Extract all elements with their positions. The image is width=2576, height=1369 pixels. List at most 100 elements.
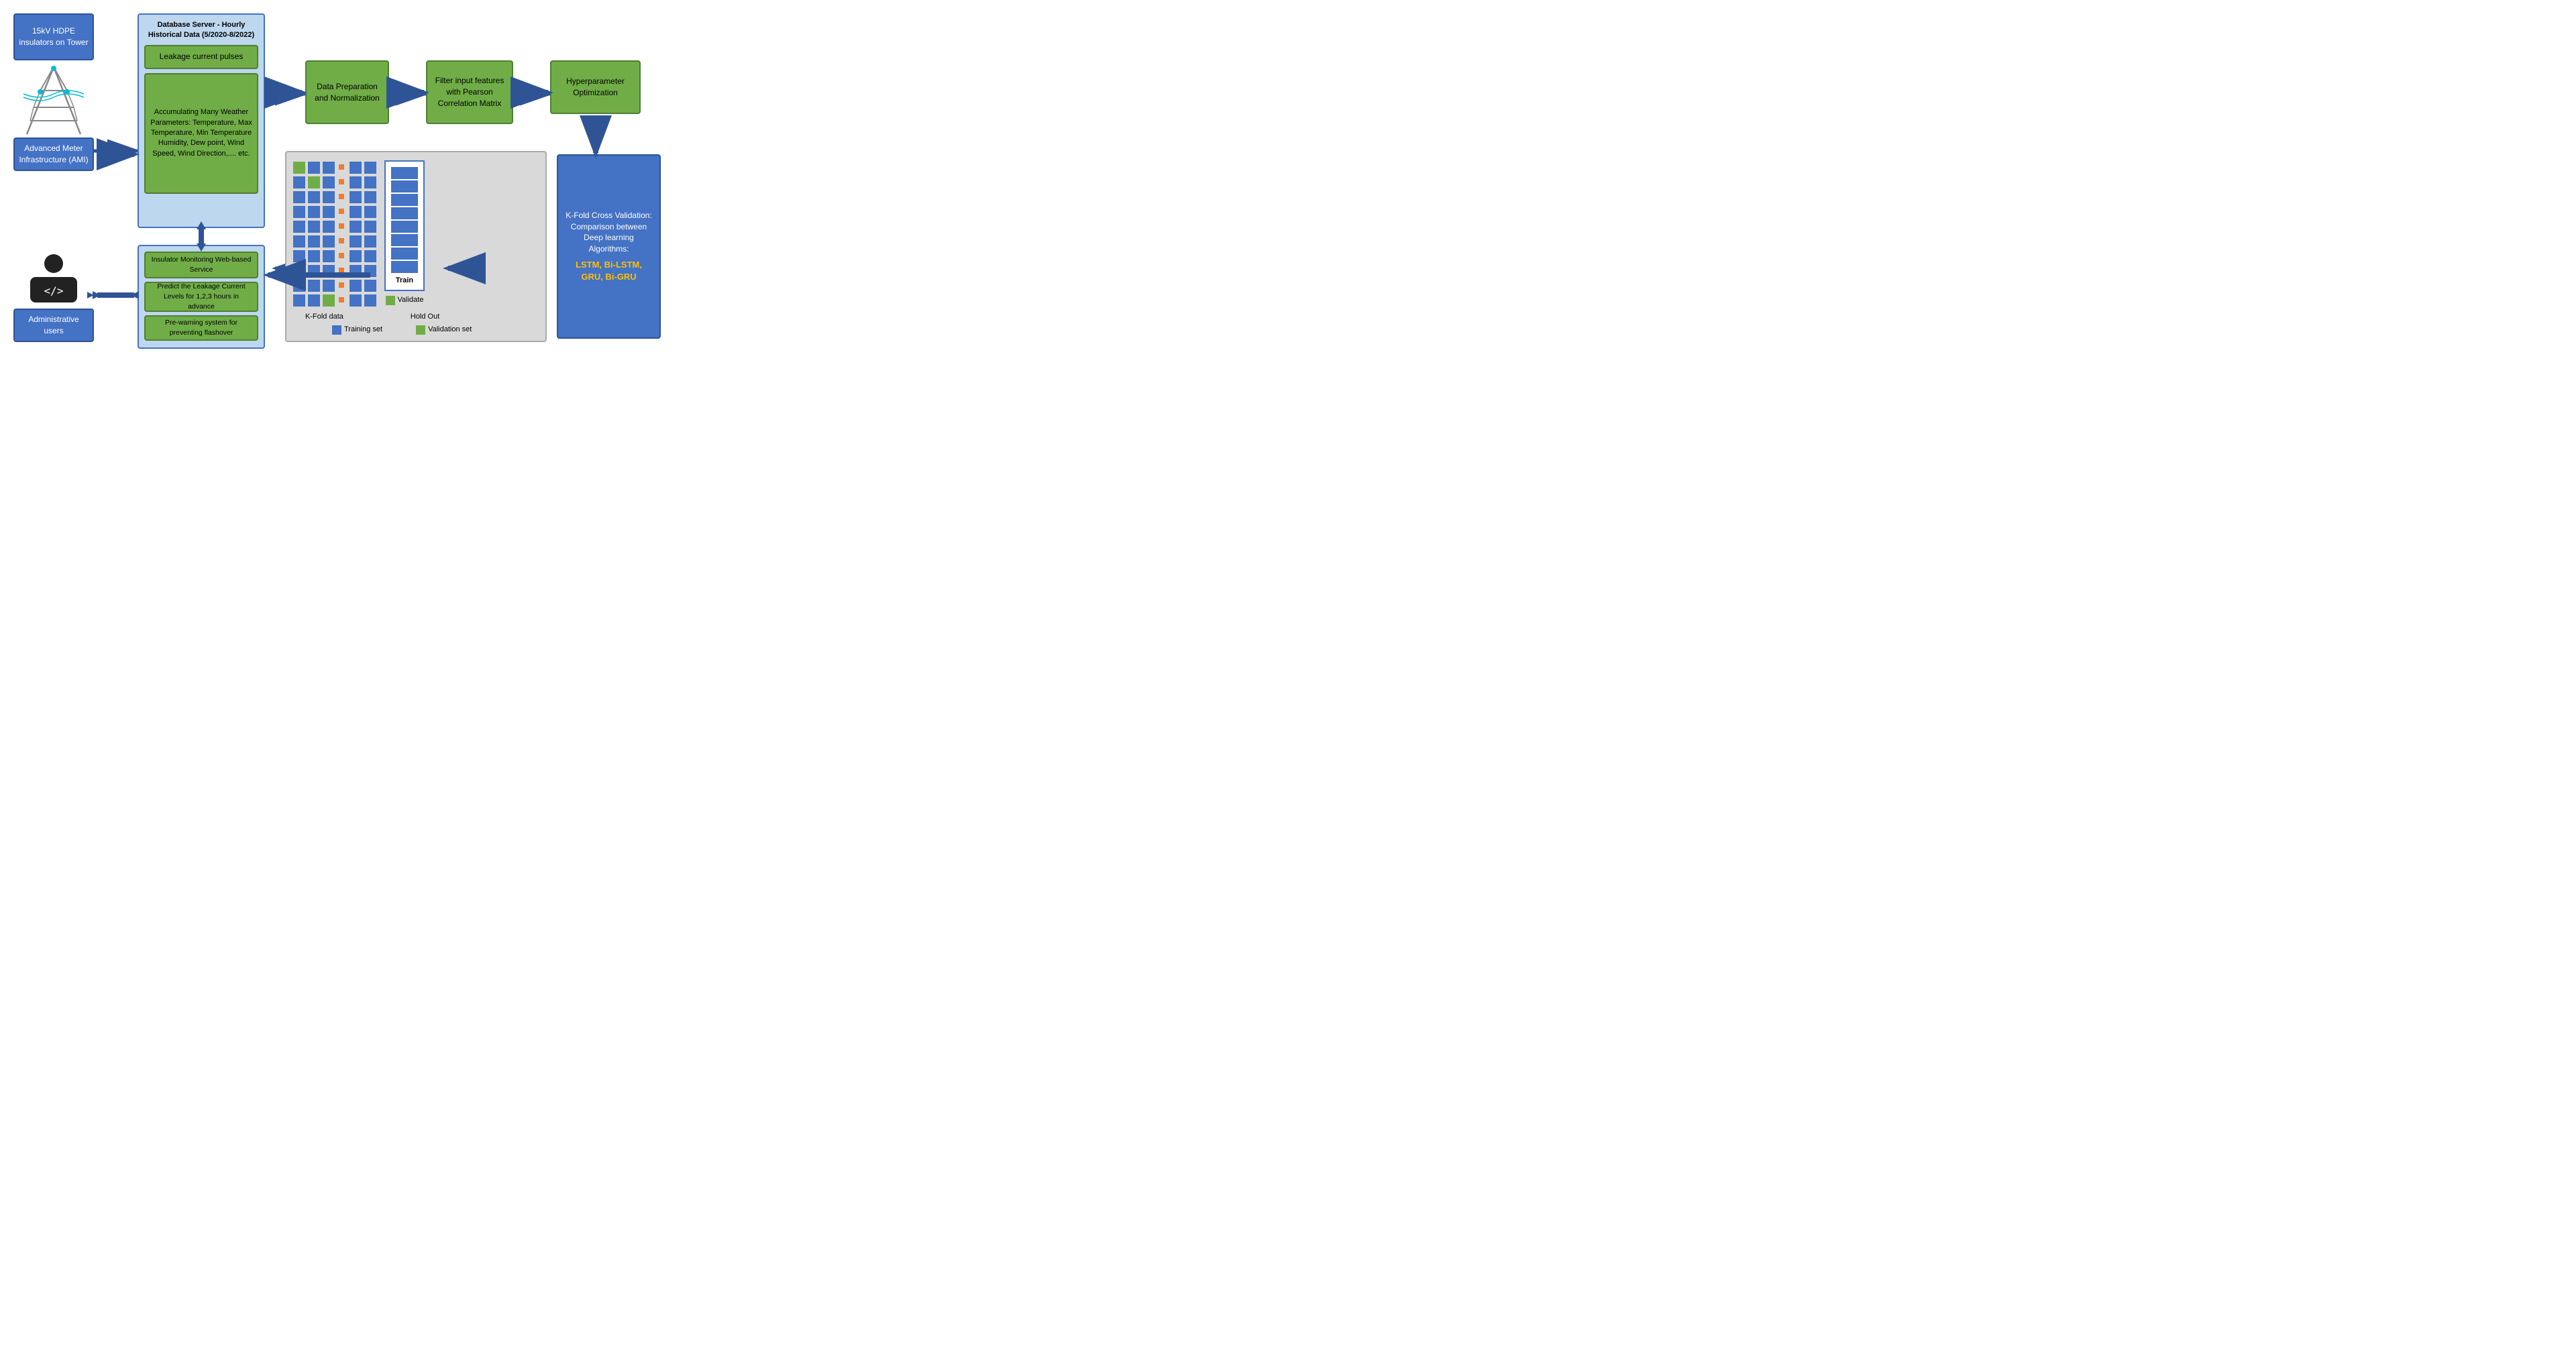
holdout-cell bbox=[391, 167, 418, 179]
validate-label: Validate bbox=[398, 295, 424, 305]
orange-dots bbox=[337, 160, 345, 307]
monitoring-box: Insulator Monitoring Web-based Service P… bbox=[138, 245, 265, 349]
insulator-web-label: Insulator Monitoring Web-based Service bbox=[150, 255, 253, 274]
grid-cell bbox=[350, 191, 362, 203]
grid-cell bbox=[350, 235, 362, 248]
data-prep-box: Data Preparation and Normalization bbox=[305, 60, 389, 124]
holdout-grid bbox=[390, 166, 419, 272]
ami-box: Advanced Meter Infrastructure (AMI) bbox=[13, 138, 94, 171]
grid-cell bbox=[364, 280, 376, 292]
validate-legend: Validate bbox=[386, 295, 424, 305]
grid-cell bbox=[293, 265, 305, 277]
dot bbox=[339, 209, 344, 214]
holdout-cell bbox=[391, 261, 418, 273]
training-set-label: Training set bbox=[344, 325, 382, 335]
weather-label: Accumulating Many Weather Parameters: Te… bbox=[150, 107, 253, 159]
grid-cell bbox=[293, 221, 305, 233]
grid-cell bbox=[350, 162, 362, 174]
grid-cell bbox=[323, 221, 335, 233]
prewarning-box: Pre-warning system for preventing flasho… bbox=[144, 315, 258, 341]
grid-cell bbox=[293, 191, 305, 203]
admin-box: Administrative users bbox=[13, 309, 94, 342]
dot bbox=[339, 164, 344, 170]
main-diagram: 15kV HDPE insulators on Tower Adv bbox=[7, 7, 664, 355]
kfold-data-label: K-Fold data bbox=[305, 312, 343, 322]
holdout-cell bbox=[391, 194, 418, 206]
grid-cell bbox=[350, 221, 362, 233]
predict-box: Predict the Leakage Current Levels for 1… bbox=[144, 282, 258, 312]
kfold-label: K-Fold Cross Validation: Comparison betw… bbox=[564, 210, 654, 255]
dot bbox=[339, 282, 344, 288]
validation-set-label: Validation set bbox=[428, 325, 472, 335]
dot bbox=[339, 194, 344, 199]
grid-cell bbox=[364, 265, 376, 277]
grid-cell bbox=[350, 206, 362, 218]
grid-cell bbox=[308, 221, 320, 233]
right-grid bbox=[348, 160, 376, 307]
data-prep-label: Data Preparation and Normalization bbox=[311, 81, 384, 104]
holdout-cell bbox=[391, 248, 418, 260]
grid-cell bbox=[308, 250, 320, 262]
ami-label: Advanced Meter Infrastructure (AMI) bbox=[19, 143, 89, 166]
holdout-cell bbox=[391, 234, 418, 246]
grid-cell bbox=[293, 162, 305, 174]
hyperopt-box: Hyperparameter Optimization bbox=[550, 60, 641, 114]
pearson-box: Filter input features with Pearson Corre… bbox=[426, 60, 513, 124]
insulator-web-box: Insulator Monitoring Web-based Service bbox=[144, 252, 258, 278]
holdout-area: Train Validate bbox=[384, 160, 425, 307]
grid-cell bbox=[323, 176, 335, 188]
holdout-cell bbox=[391, 207, 418, 219]
grid-cell bbox=[364, 221, 376, 233]
predict-label: Predict the Leakage Current Levels for 1… bbox=[150, 282, 253, 311]
db-server-label: Database Server - Hourly Historical Data… bbox=[144, 20, 258, 41]
grid-cell bbox=[308, 191, 320, 203]
grid-cell bbox=[293, 176, 305, 188]
hyperopt-label: Hyperparameter Optimization bbox=[555, 76, 635, 99]
grid-cell bbox=[364, 176, 376, 188]
grid-cell bbox=[293, 250, 305, 262]
grid-area: Train Validate K-Fold data Hold Out Trai… bbox=[285, 151, 547, 342]
algorithms-label: LSTM, Bi-LSTM, GRU, Bi-GRU bbox=[564, 259, 654, 283]
tower-icon bbox=[20, 64, 87, 138]
grid-cell bbox=[364, 250, 376, 262]
dot bbox=[339, 238, 344, 243]
grid-cell bbox=[308, 265, 320, 277]
kfold-grid bbox=[292, 160, 335, 307]
grid-cell bbox=[364, 294, 376, 307]
admin-label: Administrative users bbox=[19, 314, 89, 337]
validate-color bbox=[386, 296, 395, 305]
leakage-box: Leakage current pulses bbox=[144, 45, 258, 69]
grid-cell bbox=[350, 176, 362, 188]
holdout-cell bbox=[391, 221, 418, 233]
validation-color bbox=[416, 325, 425, 335]
train-label: Train bbox=[396, 276, 413, 286]
dot bbox=[339, 223, 344, 229]
grid-cell bbox=[323, 280, 335, 292]
training-color bbox=[332, 325, 341, 335]
grid-cell bbox=[364, 191, 376, 203]
grid-cell bbox=[364, 235, 376, 248]
grid-cell bbox=[293, 294, 305, 307]
holdout-box: Train bbox=[384, 160, 425, 291]
grid-cell bbox=[308, 294, 320, 307]
grid-cell bbox=[364, 206, 376, 218]
grid-cell bbox=[323, 191, 335, 203]
grid-cell bbox=[308, 162, 320, 174]
weather-box: Accumulating Many Weather Parameters: Te… bbox=[144, 73, 258, 194]
tower-label: 15kV HDPE insulators on Tower bbox=[19, 25, 89, 48]
kfold-box: K-Fold Cross Validation: Comparison betw… bbox=[557, 154, 661, 339]
svg-text:</>: </> bbox=[44, 284, 64, 297]
grid-cell bbox=[308, 206, 320, 218]
grid-cell bbox=[350, 280, 362, 292]
grid-cell bbox=[308, 235, 320, 248]
prewarning-label: Pre-warning system for preventing flasho… bbox=[150, 318, 253, 337]
grid-cell bbox=[293, 206, 305, 218]
pearson-label: Filter input features with Pearson Corre… bbox=[431, 75, 508, 109]
grid-cell bbox=[308, 176, 320, 188]
validation-legend: Validation set bbox=[416, 325, 472, 335]
admin-icon: </> bbox=[27, 252, 80, 305]
tower-box: 15kV HDPE insulators on Tower bbox=[13, 13, 94, 60]
hold-out-label: Hold Out bbox=[411, 312, 439, 322]
grid-cell bbox=[323, 250, 335, 262]
grid-cell bbox=[323, 294, 335, 307]
